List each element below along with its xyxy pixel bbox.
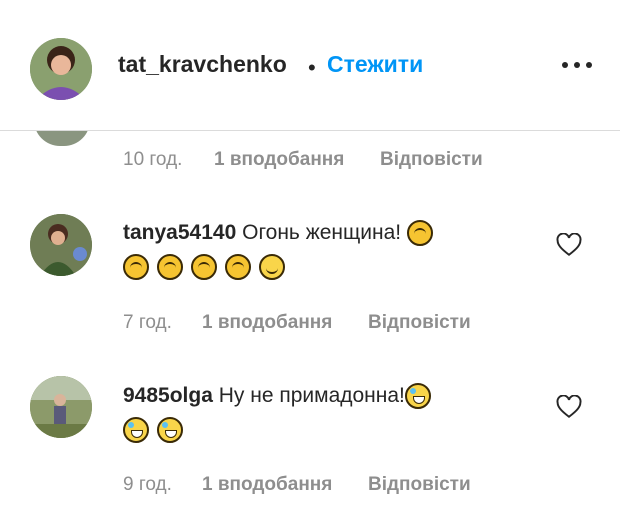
header-divider (0, 130, 620, 131)
comment-body: tanya54140 Огонь женщина! (123, 216, 523, 284)
comment-text: Ну не примадонна! (218, 384, 405, 407)
more-options-icon[interactable] (562, 58, 594, 72)
clapping-hands-icon (191, 254, 217, 281)
clapping-hands-icon (225, 254, 251, 281)
clapping-hands-icon (406, 220, 433, 247)
tears-of-joy-icon (123, 417, 149, 444)
post-header: tat_kravchenko • Стежити (0, 0, 620, 130)
reply-button[interactable]: Відповісти (380, 149, 483, 171)
clapping-hands-icon (123, 254, 149, 281)
smiling-face-icon (259, 254, 285, 281)
separator-dot: • (308, 55, 316, 80)
commenter-username[interactable]: tanya54140 (123, 221, 236, 244)
comment-text: Огонь женщина! (242, 221, 402, 244)
comment-time: 7 год. (123, 312, 172, 333)
comment-time: 10 год. (123, 149, 183, 170)
tears-of-joy-icon (157, 417, 183, 444)
reply-button[interactable]: Відповісти (368, 312, 471, 334)
clapping-hands-icon (157, 254, 183, 281)
reply-button[interactable]: Відповісти (368, 474, 471, 496)
like-heart-icon[interactable] (556, 394, 582, 419)
tears-of-joy-icon (404, 383, 431, 410)
comment-likes-count[interactable]: 1 вподобання (202, 312, 332, 334)
author-username[interactable]: tat_kravchenko (118, 51, 287, 78)
commenter-username[interactable]: 9485olga (123, 384, 213, 407)
comment-likes-count[interactable]: 1 вподобання (202, 474, 332, 496)
comment-likes-count[interactable]: 1 вподобання (214, 149, 344, 171)
author-avatar[interactable] (30, 38, 92, 100)
comment-body: 9485olga Ну не примадонна! (123, 379, 543, 447)
comment-time: 9 год. (123, 474, 172, 495)
commenter-avatar[interactable] (30, 376, 92, 438)
like-heart-icon[interactable] (556, 232, 582, 257)
follow-button[interactable]: Стежити (327, 51, 423, 78)
commenter-avatar[interactable] (30, 214, 92, 276)
